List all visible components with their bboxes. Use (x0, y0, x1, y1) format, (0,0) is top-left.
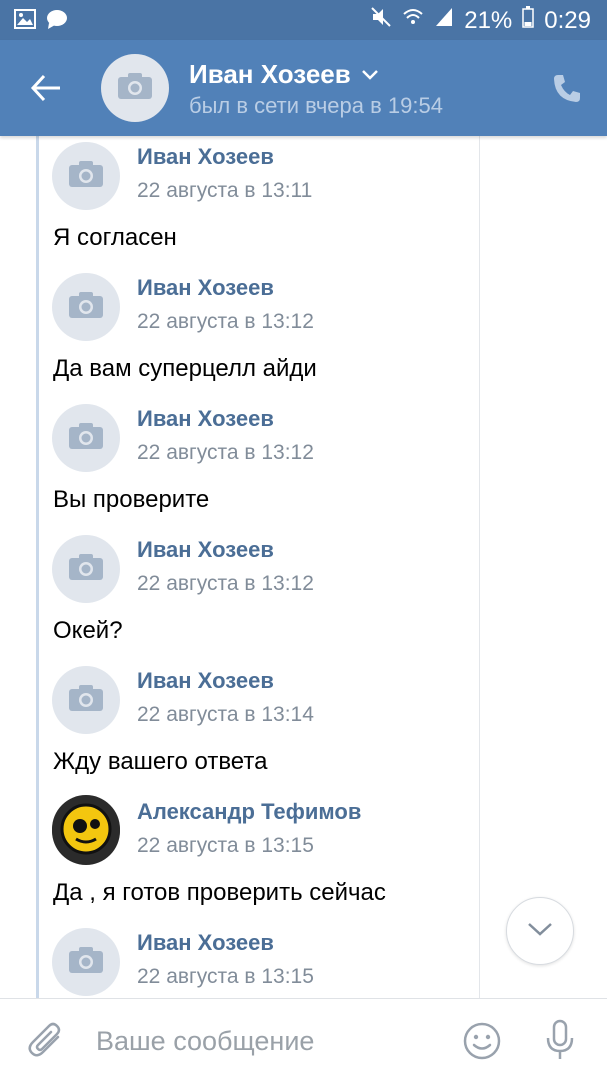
forwarded-quote-bar (36, 136, 39, 998)
message-frame-edge (479, 136, 480, 998)
brawl-stars-skull-icon (52, 794, 120, 868)
scroll-to-bottom-button[interactable] (506, 897, 574, 965)
message-date: 22 августа в 13:12 (137, 441, 314, 464)
sender-avatar[interactable] (52, 535, 120, 603)
sender-name[interactable]: Иван Хозеев (137, 537, 274, 563)
microphone-icon (544, 1019, 576, 1065)
message-text: Я согласен (53, 224, 177, 251)
camera-icon (68, 160, 104, 193)
message-text: Да вам суперцелл айди (53, 355, 317, 382)
message-icon (46, 9, 68, 34)
message-date: 22 августа в 13:12 (137, 310, 314, 333)
phone-icon (551, 75, 583, 108)
mute-icon (370, 6, 392, 35)
last-seen-status: был в сети вчера в 19:54 (189, 93, 443, 118)
sender-name[interactable]: Иван Хозеев (137, 406, 274, 432)
chevron-down-icon[interactable] (360, 68, 380, 87)
sender-avatar[interactable] (52, 142, 120, 210)
message-input[interactable] (96, 1021, 436, 1061)
signal-icon (434, 6, 454, 35)
sender-avatar[interactable] (52, 928, 120, 996)
chevron-down-icon (526, 920, 554, 943)
image-icon (14, 9, 36, 34)
clock: 0:29 (544, 6, 591, 34)
camera-icon (68, 422, 104, 455)
camera-icon (68, 684, 104, 717)
sender-avatar[interactable] (52, 666, 120, 734)
call-button[interactable] (551, 72, 583, 109)
sender-name[interactable]: Александр Тефимов (137, 799, 361, 825)
message-text: Вы проверите (53, 486, 210, 513)
battery-text: 21% (464, 6, 513, 34)
sender-name[interactable]: Иван Хозеев (137, 668, 274, 694)
status-bar: 21% 0:29 (0, 0, 607, 40)
sender-avatar[interactable] (52, 794, 120, 868)
camera-icon (68, 946, 104, 979)
message-text: Да , я готов проверить сейчас (53, 879, 386, 906)
sender-avatar[interactable] (52, 404, 120, 472)
emoji-button[interactable] (462, 1021, 502, 1066)
message-composer (0, 998, 607, 1081)
camera-icon (68, 553, 104, 586)
battery-icon (522, 6, 535, 35)
paperclip-icon (28, 1022, 66, 1065)
sender-name[interactable]: Иван Хозеев (137, 144, 274, 170)
message-list[interactable]: Иван Хозеев 22 августа в 13:11 Я согласе… (0, 136, 607, 998)
attach-button[interactable] (28, 1021, 66, 1066)
contact-name[interactable]: Иван Хозеев (189, 59, 351, 90)
message-date: 22 августа в 13:14 (137, 703, 314, 726)
message-date: 22 августа в 13:12 (137, 572, 314, 595)
message-date: 22 августа в 13:15 (137, 834, 314, 857)
message-text: Окей? (53, 617, 123, 644)
message-date: 22 августа в 13:11 (137, 179, 313, 202)
wifi-icon (402, 6, 424, 35)
emoji-icon (462, 1022, 502, 1065)
camera-icon (117, 72, 153, 105)
message-text: Жду вашего ответа (53, 748, 268, 775)
sender-avatar[interactable] (52, 273, 120, 341)
back-button[interactable] (28, 70, 68, 106)
contact-avatar[interactable] (101, 54, 169, 122)
back-arrow-icon (28, 74, 64, 110)
camera-icon (68, 291, 104, 324)
chat-header: Иван Хозеев был в сети вчера в 19:54 (0, 40, 607, 136)
sender-name[interactable]: Иван Хозеев (137, 275, 274, 301)
sender-name[interactable]: Иван Хозеев (137, 930, 274, 956)
message-date: 22 августа в 13:15 (137, 965, 314, 988)
voice-message-button[interactable] (544, 1019, 576, 1066)
